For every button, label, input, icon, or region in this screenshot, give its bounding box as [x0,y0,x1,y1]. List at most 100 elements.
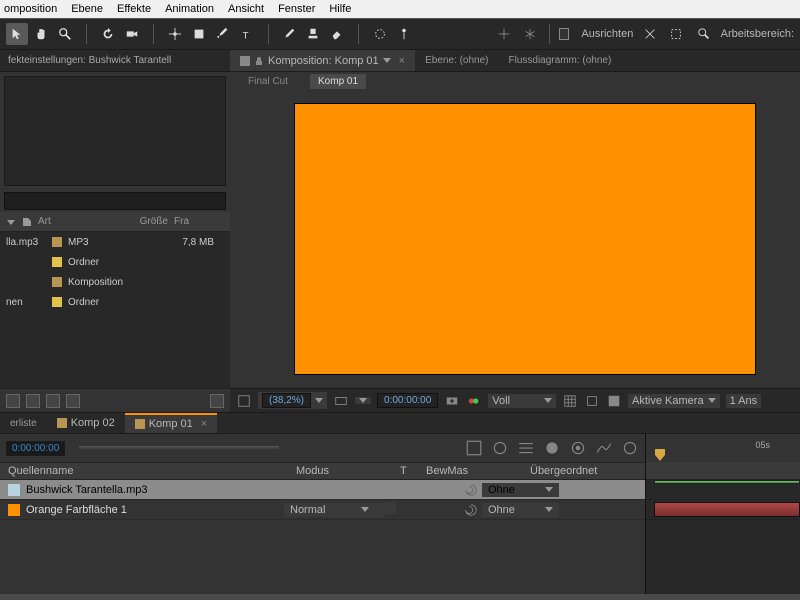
search-icon[interactable] [693,23,715,45]
eraser-tool[interactable] [326,23,348,45]
frame-blend-icon[interactable] [517,439,535,457]
brainstorm-icon[interactable] [569,439,587,457]
quality-dropdown[interactable]: Voll [488,394,556,408]
graph-icon[interactable] [595,439,613,457]
comp-tab-composition[interactable]: Komposition: Komp 01 × [230,50,415,71]
axis-world-icon[interactable] [521,23,539,45]
pickwhip-icon[interactable] [464,483,478,497]
menu-layer[interactable]: Ebene [71,3,103,15]
interpret-icon[interactable] [6,394,20,408]
exposure-icon[interactable] [606,393,622,409]
res-icon[interactable] [333,393,349,409]
snap2-icon[interactable] [667,23,685,45]
close-icon[interactable]: × [399,55,405,67]
channel-icon[interactable] [466,393,482,409]
camera-dropdown[interactable]: Aktive Kamera [628,394,720,408]
sort-icon[interactable] [6,217,16,227]
snapshot-icon[interactable] [444,393,460,409]
views-dropdown[interactable]: 1 Ans [726,394,762,408]
shy-icon[interactable] [491,439,509,457]
magnify-icon[interactable] [236,393,252,409]
axis-local-icon[interactable] [495,23,513,45]
auto-keyframe-icon[interactable] [621,439,639,457]
menu-help[interactable]: Hilfe [329,3,351,15]
project-search[interactable] [4,192,226,210]
menu-effects[interactable]: Effekte [117,3,151,15]
project-item-size: 7,8 MB [164,237,214,248]
zoom-tool[interactable] [54,23,76,45]
tab-erliste[interactable]: erliste [0,413,47,433]
col-mode[interactable]: Modus [290,465,400,477]
zoom-dropdown[interactable]: (38,2%) [258,392,327,409]
mode-value: Normal [290,504,325,516]
comp-tab-layer[interactable]: Ebene: (ohne) [415,50,498,71]
trash-icon[interactable] [210,394,224,408]
parent-dropdown[interactable]: Ohne [482,503,559,517]
menu-view[interactable]: Ansicht [228,3,264,15]
layer-row[interactable]: Bushwick Tarantella.mp3 Ohne [0,480,645,500]
comp-tab-label: Komposition: Komp 01 [268,55,379,67]
col-size[interactable]: Größe [124,216,168,227]
rotate-tool[interactable] [97,23,119,45]
col-fr[interactable]: Fra [174,216,189,227]
track-2[interactable] [646,500,800,520]
rotobrush-tool[interactable] [369,23,391,45]
stamp-tool[interactable] [302,23,324,45]
effects-panel-tab[interactable]: fekteinstellungen: Bushwick Tarantell [0,50,230,72]
col-source[interactable]: Quellenname [0,465,290,477]
col-bewmas[interactable]: BewMas [420,465,490,477]
project-item[interactable]: nen Ordner [0,292,230,312]
project-item[interactable]: Komposition [0,272,230,292]
selection-tool[interactable] [6,23,28,45]
layer-row[interactable]: Orange Farbfläche 1 Normal Ohne [0,500,645,520]
tab-komp01[interactable]: Komp 01× [125,413,217,433]
menu-animation[interactable]: Animation [165,3,214,15]
project-item[interactable]: lla.mp3 MP3 7,8 MB [0,232,230,252]
pickwhip-icon[interactable] [464,503,478,517]
grid-icon[interactable] [562,393,578,409]
composition-viewport[interactable] [230,90,800,388]
chevron-down-icon[interactable] [383,58,391,63]
menu-window[interactable]: Fenster [278,3,315,15]
viewer-timecode[interactable]: 0:00:00:00 [377,393,438,408]
camera-tool[interactable] [121,23,143,45]
tab-komp02[interactable]: Komp 02 [47,413,125,433]
text-tool[interactable]: T [236,23,258,45]
new-comp-icon[interactable] [46,394,60,408]
comp-tab-flowchart[interactable]: Flussdiagramm: (ohne) [499,50,622,71]
timeline-columns: Quellenname Modus T BewMas Übergeordnet [0,462,645,480]
audio-bar[interactable] [654,480,800,484]
col-t[interactable]: T [400,465,420,477]
menu-composition[interactable]: omposition [4,3,57,15]
subtab-finalcut[interactable]: Final Cut [240,74,296,89]
timeline-search-bar[interactable] [79,446,279,450]
layer-bar[interactable] [654,502,800,517]
anchor-tool[interactable] [164,23,186,45]
bitdepth-icon[interactable] [66,394,80,408]
mask-icon[interactable] [584,393,600,409]
res-dropdown[interactable] [355,397,371,404]
parent-dropdown[interactable]: Ohne [482,483,559,497]
trackmatte-toggle[interactable] [384,502,396,514]
subtab-komp01[interactable]: Komp 01 [310,74,366,89]
pen-tool[interactable] [212,23,234,45]
mode-dropdown[interactable]: Normal [284,503,384,517]
time-ruler[interactable]: 05s [646,434,800,462]
hand-tool[interactable] [30,23,52,45]
brush-tool[interactable] [278,23,300,45]
draft3d-icon[interactable] [465,439,483,457]
playhead-icon[interactable] [654,448,666,462]
project-item[interactable]: Ordner [0,252,230,272]
track-1[interactable] [646,480,800,500]
rect-tool[interactable] [188,23,210,45]
close-icon[interactable]: × [201,418,207,430]
align-checkbox[interactable] [559,28,569,40]
timeline-tracks[interactable]: 05s [645,434,800,594]
snap-icon[interactable] [641,23,659,45]
motion-blur-icon[interactable] [543,439,561,457]
puppet-tool[interactable] [393,23,415,45]
timeline-timecode[interactable]: 0:00:00:00 [6,441,65,456]
col-art[interactable]: Art [38,216,118,227]
col-parent[interactable]: Übergeordnet [490,465,645,477]
new-folder-icon[interactable] [26,394,40,408]
